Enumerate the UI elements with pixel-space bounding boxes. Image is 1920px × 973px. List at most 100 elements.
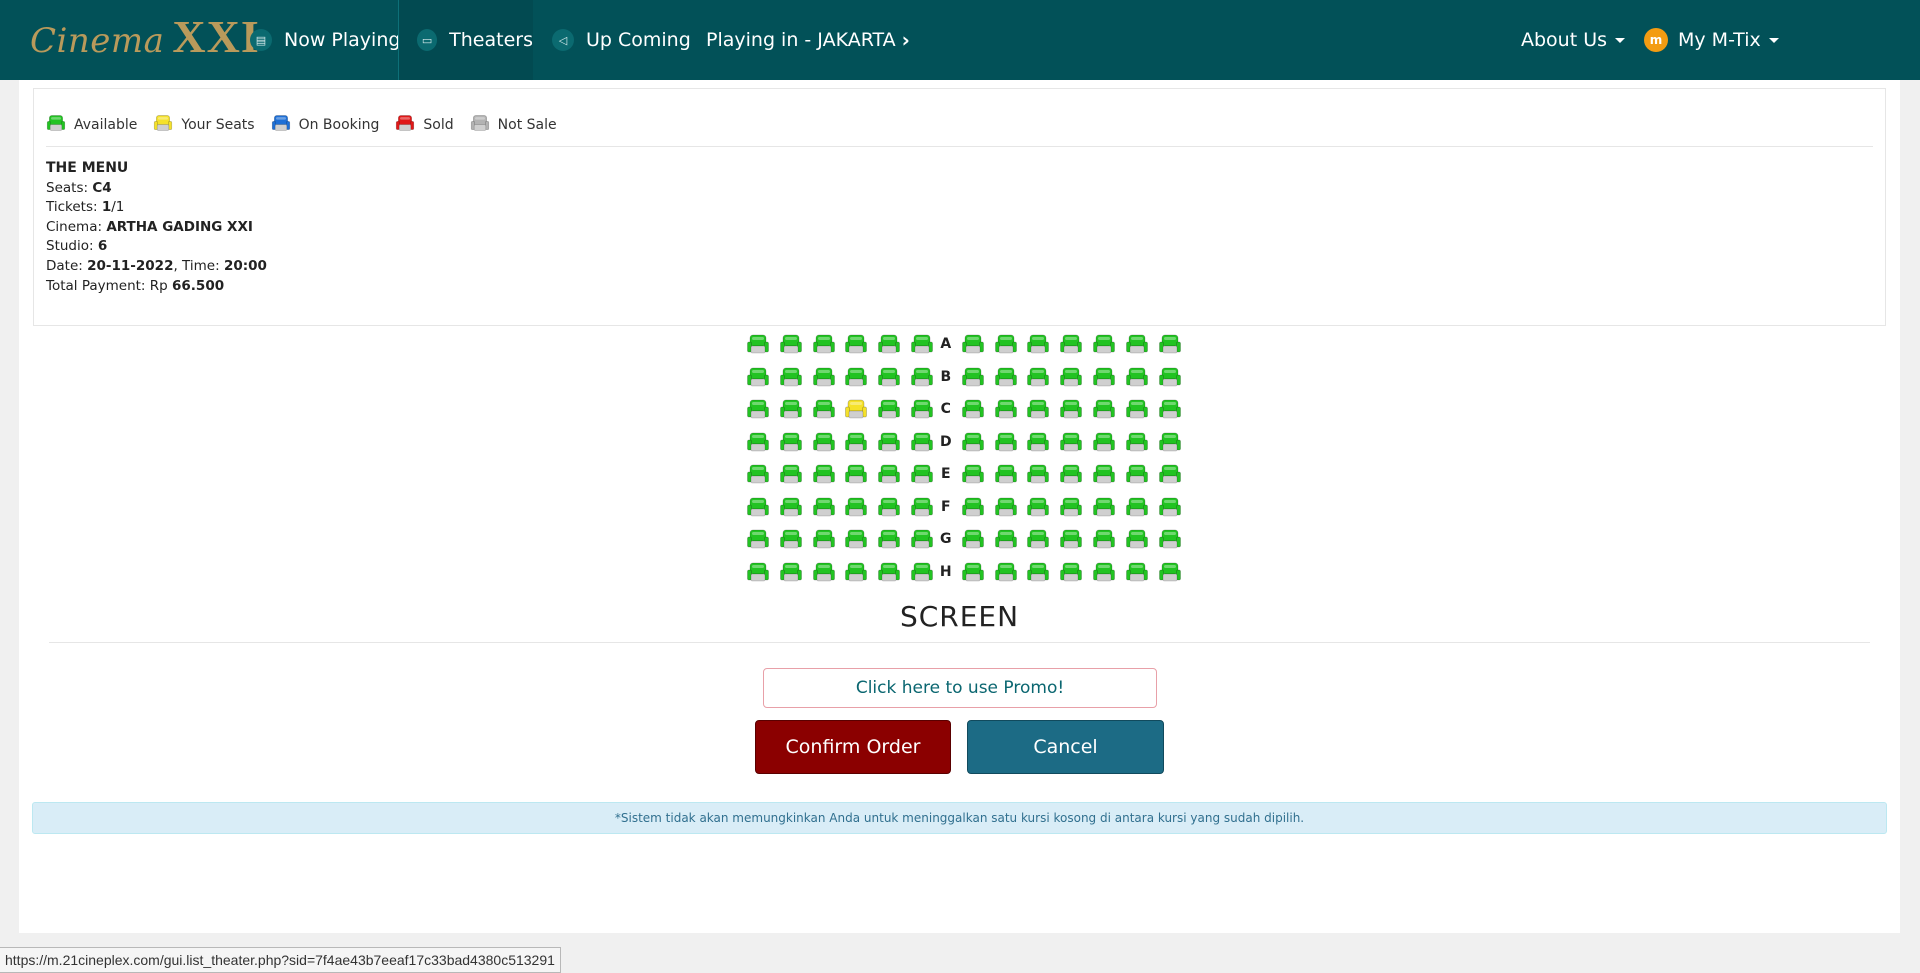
seat-icon[interactable] <box>1026 365 1050 389</box>
nav-theaters[interactable]: ▭ Theaters <box>398 0 533 80</box>
seat-icon[interactable] <box>910 397 934 421</box>
seat-icon[interactable] <box>1026 397 1050 421</box>
seat-icon[interactable] <box>1026 495 1050 519</box>
seat-icon[interactable] <box>877 560 901 584</box>
seat-icon[interactable] <box>1158 397 1182 421</box>
seat-icon[interactable] <box>746 495 770 519</box>
seat-icon[interactable] <box>1092 397 1116 421</box>
seat-icon[interactable] <box>1125 495 1149 519</box>
seat-icon[interactable] <box>994 527 1018 551</box>
cinema-xxi-logo[interactable]: Cinema XXI <box>30 10 260 70</box>
seat-icon[interactable] <box>1026 332 1050 356</box>
seat-icon[interactable] <box>877 332 901 356</box>
seat-icon[interactable] <box>844 332 868 356</box>
seat-icon[interactable] <box>844 430 868 454</box>
seat-icon[interactable] <box>1059 495 1083 519</box>
seat-icon[interactable] <box>877 527 901 551</box>
seat-icon[interactable] <box>994 397 1018 421</box>
seat-icon[interactable] <box>910 462 934 486</box>
seat-icon[interactable] <box>1092 495 1116 519</box>
seat-icon[interactable] <box>812 560 836 584</box>
seat-icon[interactable] <box>746 430 770 454</box>
seat-icon[interactable] <box>1059 397 1083 421</box>
seat-icon[interactable] <box>994 495 1018 519</box>
seat-icon[interactable] <box>1059 365 1083 389</box>
seat-icon[interactable] <box>746 397 770 421</box>
seat-icon[interactable] <box>1158 495 1182 519</box>
seat-icon[interactable] <box>1092 462 1116 486</box>
seat-icon[interactable] <box>910 365 934 389</box>
seat-icon[interactable] <box>910 527 934 551</box>
seat-icon[interactable] <box>1158 332 1182 356</box>
seat-icon[interactable] <box>1026 560 1050 584</box>
seat-icon[interactable] <box>961 495 985 519</box>
seat-icon[interactable] <box>994 462 1018 486</box>
seat-icon[interactable] <box>1158 462 1182 486</box>
seat-icon[interactable] <box>1026 527 1050 551</box>
seat-icon[interactable] <box>910 495 934 519</box>
seat-icon[interactable] <box>994 332 1018 356</box>
seat-icon[interactable] <box>812 430 836 454</box>
confirm-order-button[interactable]: Confirm Order <box>755 720 951 774</box>
nav-about-us-dropdown[interactable]: About Us <box>1521 0 1626 80</box>
seat-icon[interactable] <box>779 332 803 356</box>
seat-icon[interactable] <box>1158 365 1182 389</box>
seat-icon[interactable] <box>1059 560 1083 584</box>
seat-icon[interactable] <box>961 365 985 389</box>
seat-icon[interactable] <box>746 527 770 551</box>
seat-icon[interactable] <box>812 527 836 551</box>
seat-icon[interactable] <box>1059 332 1083 356</box>
seat-icon[interactable] <box>1125 397 1149 421</box>
seat-icon[interactable] <box>961 332 985 356</box>
nav-my-mtix-dropdown[interactable]: m My M-Tix <box>1644 0 1779 80</box>
seat-icon[interactable] <box>961 430 985 454</box>
seat-icon[interactable] <box>1059 527 1083 551</box>
seat-icon[interactable] <box>746 560 770 584</box>
seat-icon[interactable] <box>812 495 836 519</box>
seat-icon[interactable] <box>779 462 803 486</box>
seat-icon[interactable] <box>844 560 868 584</box>
seat-icon[interactable] <box>961 560 985 584</box>
seat-icon[interactable] <box>910 430 934 454</box>
seat-icon[interactable] <box>1092 365 1116 389</box>
cancel-button[interactable]: Cancel <box>967 720 1164 774</box>
seat-icon[interactable] <box>812 397 836 421</box>
selected-seat-icon[interactable] <box>844 397 868 421</box>
seat-icon[interactable] <box>910 560 934 584</box>
seat-icon[interactable] <box>877 430 901 454</box>
nav-up-coming[interactable]: ◁ Up Coming <box>552 0 691 80</box>
seat-icon[interactable] <box>779 560 803 584</box>
seat-icon[interactable] <box>779 397 803 421</box>
seat-icon[interactable] <box>961 397 985 421</box>
seat-icon[interactable] <box>1059 462 1083 486</box>
seat-icon[interactable] <box>1125 527 1149 551</box>
seat-icon[interactable] <box>994 560 1018 584</box>
use-promo-button[interactable]: Click here to use Promo! <box>763 668 1157 708</box>
seat-icon[interactable] <box>910 332 934 356</box>
seat-icon[interactable] <box>961 527 985 551</box>
seat-icon[interactable] <box>844 462 868 486</box>
seat-icon[interactable] <box>779 430 803 454</box>
seat-icon[interactable] <box>1125 430 1149 454</box>
seat-icon[interactable] <box>746 365 770 389</box>
seat-icon[interactable] <box>812 462 836 486</box>
seat-icon[interactable] <box>1125 560 1149 584</box>
seat-icon[interactable] <box>1125 365 1149 389</box>
nav-now-playing[interactable]: ▤ Now Playing <box>250 0 400 80</box>
seat-icon[interactable] <box>877 397 901 421</box>
seat-icon[interactable] <box>1158 430 1182 454</box>
seat-icon[interactable] <box>779 527 803 551</box>
seat-icon[interactable] <box>1092 332 1116 356</box>
seat-icon[interactable] <box>746 462 770 486</box>
seat-icon[interactable] <box>877 462 901 486</box>
seat-icon[interactable] <box>746 332 770 356</box>
seat-icon[interactable] <box>1158 527 1182 551</box>
seat-icon[interactable] <box>1026 430 1050 454</box>
nav-playing-in-city[interactable]: Playing in - JAKARTA › <box>706 0 910 80</box>
seat-icon[interactable] <box>1026 462 1050 486</box>
seat-icon[interactable] <box>812 365 836 389</box>
seat-icon[interactable] <box>961 462 985 486</box>
seat-icon[interactable] <box>1158 560 1182 584</box>
seat-icon[interactable] <box>877 365 901 389</box>
seat-icon[interactable] <box>779 365 803 389</box>
